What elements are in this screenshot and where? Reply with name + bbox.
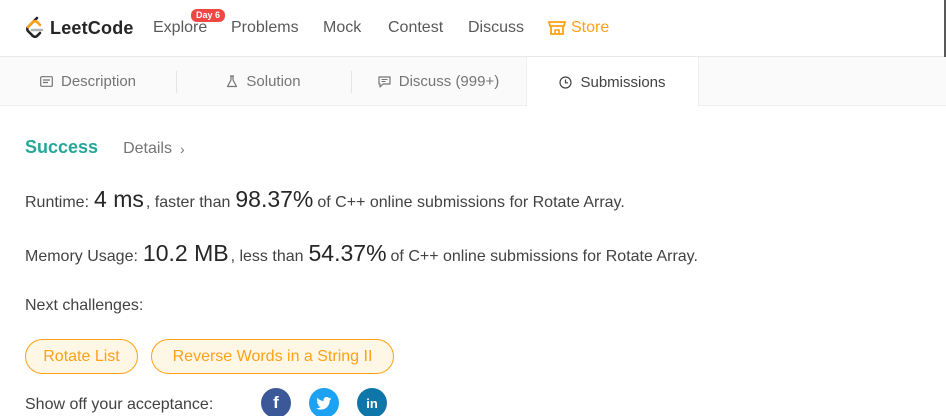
tab-description[interactable]: Description	[0, 57, 176, 106]
problem-tabs: Description Solution Discuss (999+) Subm…	[0, 57, 946, 107]
day-badge: Day 6	[191, 9, 226, 22]
runtime-label: Runtime:	[25, 194, 90, 211]
nav-store-label: Store	[571, 19, 610, 36]
memory-suffix: of C++ online submissions for Rotate Arr…	[390, 248, 698, 265]
next-challenges-label: Next challenges:	[25, 297, 144, 314]
result-status-row: Success Details ›	[25, 137, 185, 158]
linkedin-icon[interactable]: in	[357, 388, 387, 416]
twitter-icon[interactable]	[309, 388, 339, 416]
nav-store[interactable]: Store	[548, 19, 609, 37]
details-link[interactable]: Details ›	[123, 140, 185, 158]
memory-value: 10.2 MB	[142, 240, 229, 266]
tab-submissions-label: Submissions	[580, 73, 666, 91]
nav-mock[interactable]: Mock	[323, 19, 361, 37]
share-label: Show off your acceptance:	[25, 396, 214, 413]
leetcode-logo-icon	[25, 16, 44, 39]
next-challenge-chip[interactable]: Rotate List	[25, 339, 138, 374]
store-icon	[548, 21, 566, 35]
clock-icon	[559, 75, 573, 89]
chevron-right-icon: ›	[179, 141, 185, 157]
status-success: Success	[25, 137, 99, 157]
facebook-icon[interactable]: f	[261, 388, 291, 416]
tab-discuss-label: Discuss (999+)	[398, 73, 500, 90]
nav-problems[interactable]: Problems	[231, 19, 299, 37]
flask-icon	[227, 75, 238, 88]
runtime-value: 4 ms	[94, 186, 144, 212]
tab-solution[interactable]: Solution	[176, 57, 351, 106]
twitter-bird-icon	[316, 396, 332, 410]
runtime-line: Runtime: 4 ms , faster than 98.37% of C+…	[25, 186, 625, 213]
top-navbar: LeetCode Explore Day 6 Problems Mock Con…	[0, 0, 946, 57]
nav-discuss[interactable]: Discuss	[468, 19, 524, 37]
tab-submissions[interactable]: Submissions	[526, 57, 699, 107]
nav-contest[interactable]: Contest	[388, 19, 443, 37]
memory-percent: 54.37%	[308, 240, 387, 266]
runtime-comparator: , faster than	[145, 194, 231, 211]
memory-line: Memory Usage: 10.2 MB , less than 54.37%…	[25, 240, 698, 267]
next-challenge-chip[interactable]: Reverse Words in a String II	[151, 339, 394, 374]
tab-description-label: Description	[60, 73, 137, 90]
memory-comparator: , less than	[230, 248, 304, 265]
tab-discuss[interactable]: Discuss (999+)	[351, 57, 526, 106]
logo-text: LeetCode	[50, 17, 134, 38]
runtime-suffix: of C++ online submissions for Rotate Arr…	[317, 194, 625, 211]
details-label: Details	[123, 140, 172, 157]
comment-icon	[378, 75, 391, 88]
runtime-percent: 98.37%	[235, 186, 314, 212]
description-icon	[40, 76, 53, 87]
memory-label: Memory Usage:	[25, 248, 138, 265]
tab-solution-label: Solution	[246, 73, 301, 90]
logo[interactable]: LeetCode	[24, 15, 134, 41]
